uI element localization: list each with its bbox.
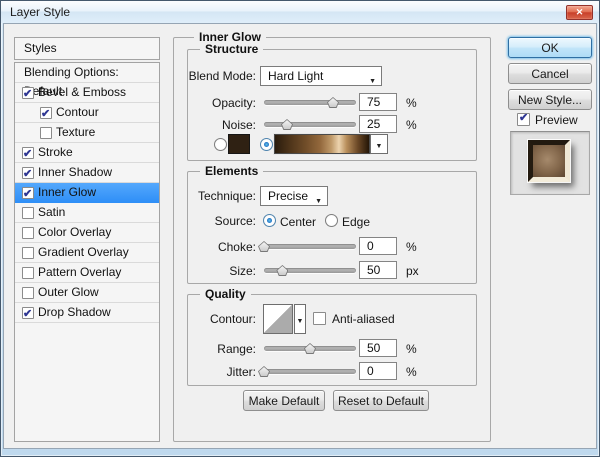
opacity-slider-track[interactable] xyxy=(264,100,356,105)
noise-slider-track[interactable] xyxy=(264,122,356,127)
make-default-button[interactable]: Make Default xyxy=(243,390,325,411)
technique-label: Technique: xyxy=(131,189,256,203)
source-edge-label: Edge xyxy=(342,215,370,229)
styles-header[interactable]: Styles xyxy=(14,37,160,60)
sidebar-item-inner-shadow[interactable]: ✔ Inner Shadow xyxy=(15,163,159,183)
choke-input[interactable] xyxy=(359,237,397,255)
range-slider[interactable] xyxy=(264,341,356,355)
source-center-radio[interactable] xyxy=(263,214,276,227)
preview-checkbox[interactable]: ✔ xyxy=(517,113,530,126)
range-unit: % xyxy=(406,342,417,356)
window-title: Layer Style xyxy=(10,5,70,19)
checkbox-icon[interactable] xyxy=(22,247,34,259)
noise-unit: % xyxy=(406,118,417,132)
contour-label: Contour: xyxy=(131,312,256,326)
checkbox-icon[interactable] xyxy=(40,127,52,139)
noise-slider-thumb[interactable] xyxy=(281,119,293,130)
source-edge-radio[interactable] xyxy=(325,214,338,227)
range-input[interactable] xyxy=(359,339,397,357)
layer-style-dialog: Layer Style ✕ Styles Blending Options: D… xyxy=(0,0,600,457)
solid-color-radio[interactable] xyxy=(214,138,227,151)
checkbox-icon[interactable] xyxy=(22,287,34,299)
jitter-slider-track[interactable] xyxy=(264,369,356,374)
titlebar[interactable]: Layer Style ✕ xyxy=(1,1,599,23)
contour-thumbnail[interactable] xyxy=(263,304,293,334)
dialog-body: Styles Blending Options: Default ✔ Bevel… xyxy=(3,23,597,449)
close-icon[interactable]: ✕ xyxy=(566,5,593,20)
ok-button[interactable]: OK xyxy=(508,37,592,58)
noise-label: Noise: xyxy=(131,118,256,132)
size-unit: px xyxy=(406,264,419,278)
glow-color-swatch[interactable] xyxy=(228,134,250,154)
preview-label: Preview xyxy=(535,113,578,127)
sidebar-item-outer-glow[interactable]: Outer Glow xyxy=(15,283,159,303)
checkbox-icon[interactable]: ✔ xyxy=(22,87,34,99)
technique-select[interactable]: Precise ▼ xyxy=(260,186,328,206)
reset-to-default-button[interactable]: Reset to Default xyxy=(333,390,429,411)
contour-dropdown-button[interactable]: ▼ xyxy=(294,304,306,334)
size-label: Size: xyxy=(131,264,256,278)
choke-slider[interactable] xyxy=(264,239,356,253)
chevron-down-icon: ▼ xyxy=(369,73,376,91)
gradient-picker[interactable] xyxy=(274,134,370,154)
jitter-input[interactable] xyxy=(359,362,397,380)
style-preview-thumbnail xyxy=(528,140,570,182)
checkbox-icon[interactable]: ✔ xyxy=(40,107,52,119)
size-slider[interactable] xyxy=(264,263,356,277)
size-input[interactable] xyxy=(359,261,397,279)
checkbox-icon[interactable]: ✔ xyxy=(22,167,34,179)
range-slider-thumb[interactable] xyxy=(304,343,316,354)
choke-slider-thumb[interactable] xyxy=(258,241,270,252)
jitter-label: Jitter: xyxy=(131,365,256,379)
opacity-unit: % xyxy=(406,96,417,110)
chevron-down-icon: ▼ xyxy=(315,193,322,211)
quality-legend: Quality xyxy=(200,287,251,301)
gradient-dropdown-button[interactable]: ▼ xyxy=(370,134,388,154)
opacity-input[interactable] xyxy=(359,93,397,111)
chevron-down-icon: ▼ xyxy=(376,143,383,150)
noise-slider[interactable] xyxy=(264,117,356,131)
new-style-button[interactable]: New Style... xyxy=(508,89,592,110)
checkbox-icon[interactable]: ✔ xyxy=(22,307,34,319)
range-label: Range: xyxy=(131,342,256,356)
checkbox-icon[interactable] xyxy=(22,267,34,279)
anti-aliased-label: Anti-aliased xyxy=(332,312,395,326)
cancel-button[interactable]: Cancel xyxy=(508,63,592,84)
noise-input[interactable] xyxy=(359,115,397,133)
checkbox-icon[interactable]: ✔ xyxy=(22,147,34,159)
gradient-radio[interactable] xyxy=(260,138,273,151)
jitter-slider-thumb[interactable] xyxy=(258,366,270,377)
source-center-label: Center xyxy=(280,215,316,229)
blend-mode-label: Blend Mode: xyxy=(131,69,256,83)
chevron-down-icon: ▼ xyxy=(297,318,304,325)
opacity-slider[interactable] xyxy=(264,95,356,109)
opacity-label: Opacity: xyxy=(131,96,256,110)
choke-slider-track[interactable] xyxy=(264,244,356,249)
jitter-unit: % xyxy=(406,365,417,379)
jitter-slider[interactable] xyxy=(264,364,356,378)
size-slider-thumb[interactable] xyxy=(276,265,288,276)
blend-mode-select[interactable]: Hard Light ▼ xyxy=(260,66,382,86)
opacity-slider-thumb[interactable] xyxy=(327,97,339,108)
sidebar-item-stroke[interactable]: ✔ Stroke xyxy=(15,143,159,163)
checkbox-icon[interactable] xyxy=(22,227,34,239)
choke-unit: % xyxy=(406,240,417,254)
source-label: Source: xyxy=(131,214,256,228)
preview-panel xyxy=(510,131,590,195)
elements-legend: Elements xyxy=(200,164,263,178)
checkbox-icon[interactable] xyxy=(22,207,34,219)
structure-legend: Structure xyxy=(200,42,263,56)
anti-aliased-checkbox[interactable] xyxy=(313,312,326,325)
checkbox-icon[interactable]: ✔ xyxy=(22,187,34,199)
choke-label: Choke: xyxy=(131,240,256,254)
